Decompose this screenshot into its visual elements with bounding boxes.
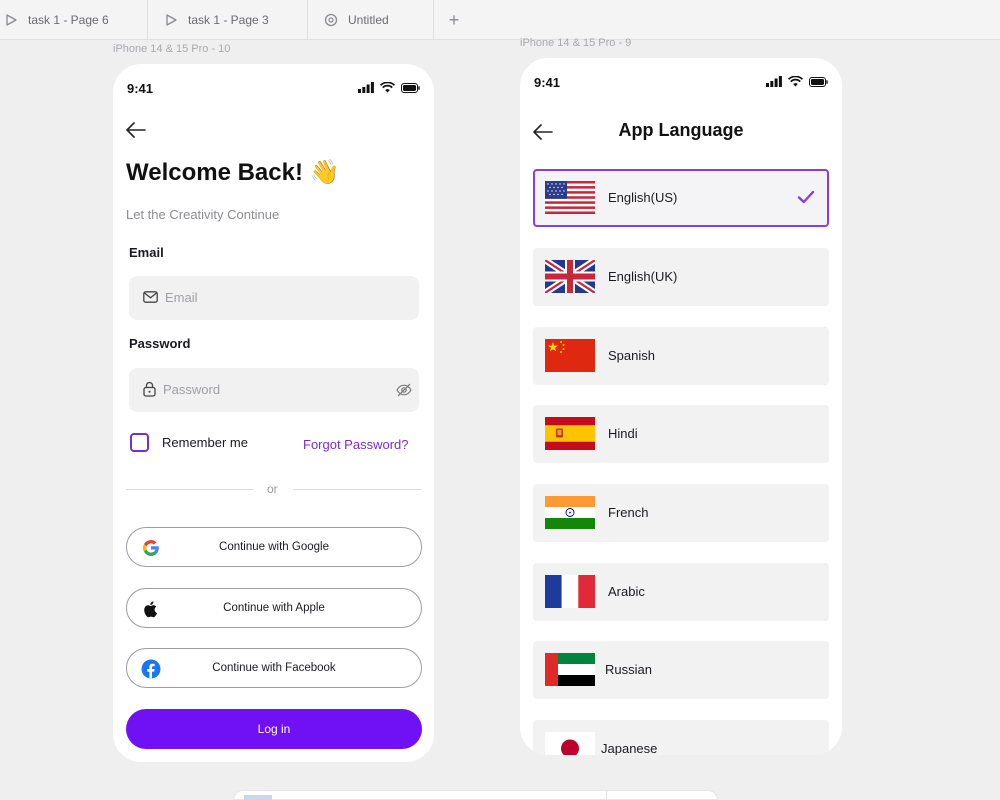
login-screen: 9:41 Welcome Back! 👋 Let the Creativity … xyxy=(113,64,434,762)
wifi-icon xyxy=(380,82,395,93)
tab-label: task 1 - Page 6 xyxy=(28,13,109,27)
facebook-button-label: Continue with Facebook xyxy=(212,662,336,674)
language-item-japanese[interactable]: Japanese xyxy=(533,720,829,755)
tab-label: Untitled xyxy=(348,13,389,27)
apple-button-label: Continue with Apple xyxy=(223,602,325,614)
language-item-english-us[interactable]: English(US) xyxy=(533,169,829,227)
partial-frame-bottom xyxy=(233,790,718,800)
status-bar: 9:41 xyxy=(113,64,434,114)
language-item-english-uk[interactable]: English(UK) xyxy=(533,248,829,306)
language-name: French xyxy=(608,505,649,520)
play-icon xyxy=(6,14,17,26)
forgot-password-link[interactable]: Forgot Password? xyxy=(303,437,409,452)
language-name: Spanish xyxy=(608,348,655,363)
language-item-russian[interactable]: Russian xyxy=(533,641,829,699)
add-tab-button[interactable]: + xyxy=(434,0,474,40)
battery-icon xyxy=(401,82,420,93)
china-flag xyxy=(545,339,595,372)
figma-draft-icon xyxy=(324,13,338,27)
language-name: Russian xyxy=(605,662,652,677)
page-title: Welcome Back! 👋 xyxy=(126,159,340,186)
status-time: 9:41 xyxy=(127,81,154,96)
battery-icon xyxy=(809,76,828,87)
password-placeholder: Password xyxy=(163,382,221,397)
language-name: English(US) xyxy=(608,190,678,205)
facebook-icon xyxy=(141,659,161,679)
apple-button[interactable]: Continue with Apple xyxy=(126,588,422,628)
language-name: English(UK) xyxy=(608,269,678,284)
france-flag xyxy=(545,575,595,608)
or-separator: or xyxy=(267,482,278,496)
checkmark-icon xyxy=(797,190,815,204)
play-icon xyxy=(166,14,177,26)
wifi-icon xyxy=(788,76,803,87)
partial-frame-thumbnail xyxy=(244,795,272,800)
partial-frame-divider xyxy=(606,791,607,800)
status-bar: 9:41 xyxy=(520,58,842,108)
tab-untitled[interactable]: Untitled xyxy=(308,0,434,40)
tab-label: task 1 - Page 3 xyxy=(188,13,269,27)
password-label: Password xyxy=(129,336,191,351)
divider-right xyxy=(293,489,422,490)
file-tab-bar: task 1 - Page 6 task 1 - Page 3 Untitled… xyxy=(0,0,1000,40)
eye-off-icon[interactable] xyxy=(396,383,412,397)
remember-me[interactable]: Remember me xyxy=(130,433,248,452)
status-icons xyxy=(358,82,420,93)
apple-icon xyxy=(144,601,157,618)
google-button-label: Continue with Google xyxy=(219,541,329,553)
tab-task1-page6[interactable]: task 1 - Page 6 xyxy=(0,0,148,40)
page-subtitle: Let the Creativity Continue xyxy=(126,207,280,222)
signal-icon xyxy=(766,76,782,87)
app-language-screen: 9:41 App Language English(US) English(UK… xyxy=(520,58,842,755)
remember-checkbox[interactable] xyxy=(130,433,149,452)
uae-flag xyxy=(545,653,595,686)
frame-label-left: iPhone 14 & 15 Pro - 10 xyxy=(113,43,231,55)
signal-icon xyxy=(358,82,374,93)
status-time: 9:41 xyxy=(534,75,561,90)
email-field[interactable]: Email xyxy=(129,276,419,320)
divider-left xyxy=(126,489,254,490)
login-button[interactable]: Log in xyxy=(126,709,422,749)
us-flag xyxy=(545,181,595,214)
tab-task1-page3[interactable]: task 1 - Page 3 xyxy=(148,0,308,40)
mail-icon xyxy=(143,291,158,303)
password-field[interactable]: Password xyxy=(129,368,419,412)
status-icons xyxy=(766,76,828,87)
email-label: Email xyxy=(129,245,164,260)
language-item-hindi[interactable]: Hindi xyxy=(533,405,829,463)
language-name: Hindi xyxy=(608,426,638,441)
email-placeholder: Email xyxy=(165,290,198,305)
frame-label-right: iPhone 14 & 15 Pro - 9 xyxy=(520,37,632,49)
language-name: Arabic xyxy=(608,584,645,599)
remember-label: Remember me xyxy=(162,435,248,450)
india-flag xyxy=(545,496,595,529)
page-title: App Language xyxy=(618,120,744,140)
back-arrow-icon[interactable] xyxy=(125,121,147,139)
facebook-button[interactable]: Continue with Facebook xyxy=(126,648,422,688)
language-item-arabic[interactable]: Arabic xyxy=(533,563,829,621)
language-name: Japanese xyxy=(601,741,658,755)
spain-flag xyxy=(545,417,595,450)
lock-icon xyxy=(143,381,156,397)
japan-flag xyxy=(545,732,595,755)
google-icon xyxy=(143,540,159,556)
language-item-french[interactable]: French xyxy=(533,484,829,542)
uk-flag xyxy=(545,260,595,293)
language-item-spanish[interactable]: Spanish xyxy=(533,327,829,385)
google-button[interactable]: Continue with Google xyxy=(126,527,422,567)
